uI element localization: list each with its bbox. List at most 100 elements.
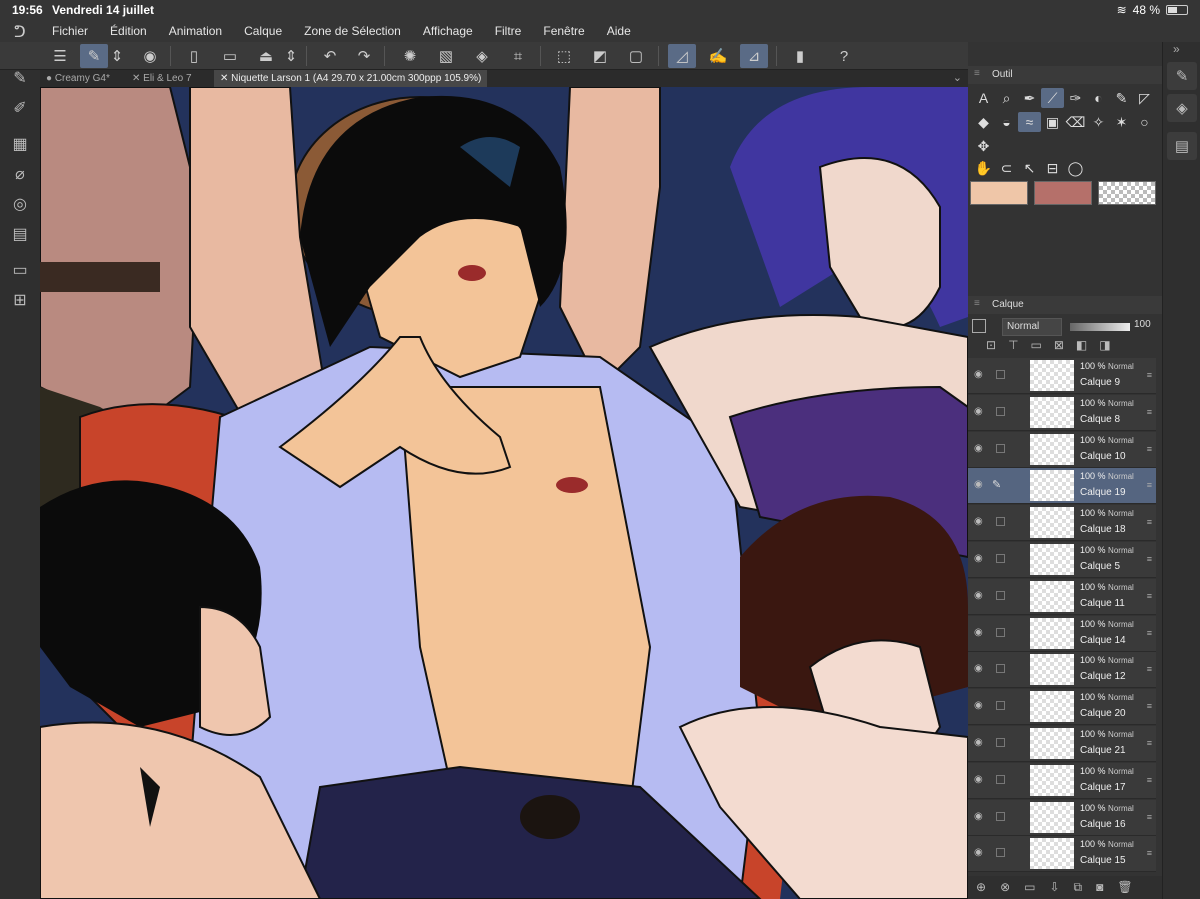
updown-icon-2[interactable]: ⇕ xyxy=(282,44,300,68)
layer-row[interactable]: ◉ 100 % Normal Calque 5 ≡ xyxy=(968,542,1156,578)
menu-affichage[interactable]: Affichage xyxy=(423,24,473,38)
redo-icon[interactable]: ↷ xyxy=(350,44,378,68)
layer-row[interactable]: ◉ 100 % Normal Calque 16 ≡ xyxy=(968,799,1156,836)
layer-lock-checkbox[interactable] xyxy=(996,627,1005,637)
menu-edition[interactable]: Édition xyxy=(110,24,147,38)
layer-lock-checkbox[interactable] xyxy=(996,848,1005,858)
open-folder-icon[interactable]: ▭ xyxy=(216,44,244,68)
visibility-eye-icon[interactable]: ◉ xyxy=(974,369,983,380)
visibility-eye-icon[interactable]: ◉ xyxy=(974,663,983,674)
layer-menu-icon[interactable]: ≡ xyxy=(1147,407,1152,417)
visibility-eye-icon[interactable]: ◉ xyxy=(974,590,983,601)
hamburger-menu-icon[interactable]: ☰ xyxy=(46,44,74,68)
layer-row[interactable]: ◉ 100 % Normal Calque 11 ≡ xyxy=(968,578,1156,615)
layer-row[interactable]: ◉ 100 % Normal Calque 9 ≡ xyxy=(968,358,1156,394)
menu-selection[interactable]: Zone de Sélection xyxy=(304,24,401,38)
eyedropper-tool-icon[interactable]: ⟋ xyxy=(1041,88,1064,108)
layer-lock-checkbox[interactable] xyxy=(996,774,1005,784)
tabs-dropdown-icon[interactable]: ⌄ xyxy=(953,71,962,84)
mask-layer-icon[interactable]: ◙ xyxy=(1096,880,1103,895)
opacity-slider[interactable] xyxy=(1070,323,1130,331)
grid-tool-icon[interactable]: ▦ xyxy=(6,130,34,158)
visibility-eye-icon[interactable]: ◉ xyxy=(974,811,983,822)
eraser-tool-icon[interactable]: ⌫ xyxy=(1064,112,1087,132)
selection-border-icon[interactable]: ▢ xyxy=(622,44,650,68)
layer-row[interactable]: ◉ 100 % Normal Calque 10 ≡ xyxy=(968,431,1156,468)
layer-lock-checkbox[interactable] xyxy=(996,590,1005,600)
move-tool-icon[interactable]: ✥ xyxy=(972,136,995,156)
layer-menu-icon[interactable]: ≡ xyxy=(1147,480,1152,490)
select-tool-icon[interactable]: ↖ xyxy=(1018,158,1041,178)
marker-tool-icon[interactable]: ✑ xyxy=(1064,88,1087,108)
balloon-tool-icon[interactable]: ◯ xyxy=(1064,158,1087,178)
layer-menu-icon[interactable]: ≡ xyxy=(1147,628,1152,638)
layer-menu-icon[interactable]: ≡ xyxy=(1147,812,1152,822)
visibility-eye-icon[interactable]: ◉ xyxy=(974,443,983,454)
opacity-value[interactable]: 100 xyxy=(1134,319,1151,330)
layer-menu-icon[interactable]: ≡ xyxy=(1147,775,1152,785)
blend-tool-icon[interactable]: ≈ xyxy=(1018,112,1041,132)
layer-lock-checkbox[interactable] xyxy=(996,738,1005,747)
pen-tool-icon[interactable]: ✒ xyxy=(1018,88,1041,108)
layer-row[interactable]: ◉ 100 % Normal Calque 20 ≡ xyxy=(968,689,1156,726)
text-tool-icon[interactable]: A xyxy=(972,88,995,108)
sub-color-swatch[interactable] xyxy=(1034,181,1092,205)
line-snap-icon[interactable]: ⊿ xyxy=(740,44,768,68)
layer-row[interactable]: ◉ 100 % Normal Calque 18 ≡ xyxy=(968,505,1156,542)
layer-row[interactable]: ◉ 100 % Normal Calque 21 ≡ xyxy=(968,726,1156,762)
visibility-eye-icon[interactable]: ◉ xyxy=(974,479,983,490)
app-logo-icon[interactable]: ᕤ xyxy=(14,22,26,42)
collapse-right-icon[interactable]: » xyxy=(1173,42,1180,56)
fill-icon[interactable]: ◈ xyxy=(468,44,496,68)
figure-tool-icon[interactable]: ✧ xyxy=(1087,112,1110,132)
deselect-icon[interactable]: ⬚ xyxy=(550,44,578,68)
ink-tool-icon[interactable]: ✎ xyxy=(1110,88,1133,108)
circle-tool-icon[interactable]: ○ xyxy=(1133,112,1156,132)
tab-creamy[interactable]: ● Creamy G4* xyxy=(40,70,116,87)
visibility-eye-icon[interactable]: ◉ xyxy=(974,774,983,785)
edit-icon[interactable]: ✎ xyxy=(80,44,108,68)
new-file-icon[interactable]: ▯ xyxy=(180,44,208,68)
layers-icon[interactable]: ≡ xyxy=(974,298,980,309)
visibility-eye-icon[interactable]: ◉ xyxy=(974,737,983,748)
loading-icon[interactable]: ✺ xyxy=(396,44,424,68)
spiral-icon[interactable]: ◉ xyxy=(136,44,164,68)
zoom-tool-icon[interactable]: ⌕ xyxy=(995,88,1018,108)
layer-lock-checkbox[interactable] xyxy=(996,370,1005,379)
layer-lock-checkbox[interactable] xyxy=(996,554,1005,563)
layer-menu-icon[interactable]: ≡ xyxy=(1147,554,1152,564)
transparent-color-swatch[interactable] xyxy=(1098,181,1156,205)
layer-clip-icon[interactable]: ▭ xyxy=(1031,338,1042,358)
invert-selection-icon[interactable]: ◩ xyxy=(586,44,614,68)
layer-lock-checkbox[interactable] xyxy=(996,664,1005,674)
layer-frame-icon[interactable] xyxy=(972,319,986,333)
new-raster-layer-icon[interactable]: ⊕ xyxy=(976,880,986,895)
hand-tool-icon[interactable]: ✋ xyxy=(972,158,995,178)
visibility-eye-icon[interactable]: ◉ xyxy=(974,700,983,711)
tab-eli-leo[interactable]: ✕ Eli & Leo 7 xyxy=(126,70,198,87)
visibility-eye-icon[interactable]: ◉ xyxy=(974,406,983,417)
layer-row[interactable]: ◉ 100 % Normal Calque 12 ≡ xyxy=(968,652,1156,689)
brush-size-icon[interactable]: ⌀ xyxy=(6,160,34,188)
layer-row[interactable]: ◉ 100 % Normal Calque 15 ≡ xyxy=(968,836,1156,873)
brush-snap-icon[interactable]: ✍ xyxy=(704,44,732,68)
visibility-eye-icon[interactable]: ◉ xyxy=(974,847,983,858)
layer-fill-icon[interactable]: ◨ xyxy=(1099,338,1110,358)
menu-fenetre[interactable]: Fenêtre xyxy=(543,24,584,38)
menu-filtre[interactable]: Filtre xyxy=(495,24,522,38)
transfer-layer-icon[interactable]: ⇩ xyxy=(1049,880,1059,895)
layer-row[interactable]: ◉ 100 % Normal Calque 14 ≡ xyxy=(968,615,1156,652)
layer-lock-checkbox[interactable] xyxy=(996,811,1005,821)
nodes-icon[interactable]: ⊞ xyxy=(6,286,34,314)
layer-menu-icon[interactable]: ≡ xyxy=(1147,738,1152,748)
menu-fichier[interactable]: Fichier xyxy=(52,24,88,38)
layer-menu-icon[interactable]: ≡ xyxy=(1147,848,1152,858)
panel-grip-icon[interactable]: ≡ xyxy=(974,68,980,79)
frame-tool-icon[interactable]: ⊟ xyxy=(1041,158,1064,178)
layer-lock-checkbox[interactable] xyxy=(996,701,1005,711)
help-icon[interactable]: ? xyxy=(830,44,858,68)
stack-icon[interactable]: ▭ xyxy=(6,256,34,284)
layer-lock-checkbox[interactable] xyxy=(996,443,1005,453)
layer-ref-icon[interactable]: ⊡ xyxy=(986,338,996,358)
crop-icon[interactable]: ⌗ xyxy=(504,44,532,68)
